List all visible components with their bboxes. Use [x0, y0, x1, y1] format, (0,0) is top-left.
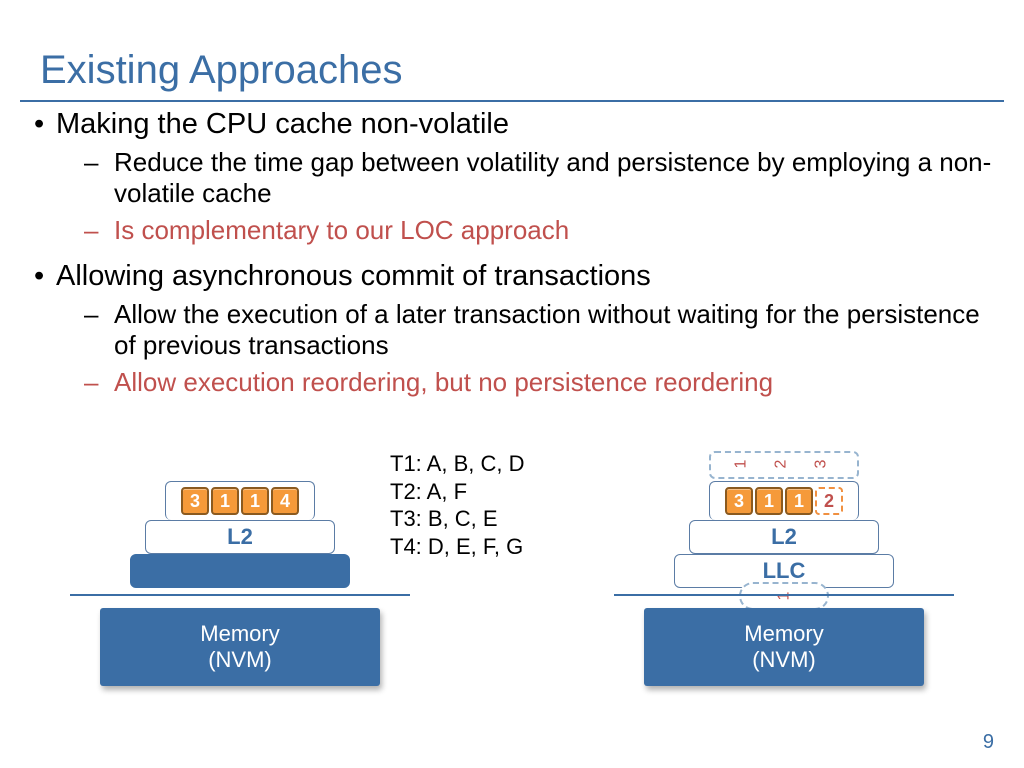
right-chip-4: 2	[815, 487, 843, 515]
left-l2-label: L2	[227, 524, 253, 549]
left-memory-block: Memory (NVM)	[100, 608, 380, 686]
left-l1-tier: 3 1 1 4	[165, 481, 315, 520]
right-chip-1: 3	[725, 487, 753, 515]
left-cache-diagram: 3 1 1 4 L2 Memory (NVM)	[70, 446, 410, 706]
diagram-area: T1: A, B, C, D T2: A, F T3: B, C, E T4: …	[0, 440, 1024, 720]
right-cache-diagram: 1 2 3 3 1 1 2 L2 LLC 1 Memory	[614, 446, 954, 706]
right-memory-label-2: (NVM)	[752, 647, 816, 673]
transaction-list: T1: A, B, C, D T2: A, F T3: B, C, E T4: …	[390, 450, 524, 560]
bullet-2: •Allowing asynchronous commit of transac…	[28, 260, 996, 398]
txn-t4: T4: D, E, F, G	[390, 533, 524, 561]
left-memory-label-2: (NVM)	[208, 647, 272, 673]
right-chip-2: 1	[755, 487, 783, 515]
slide-title: Existing Approaches	[40, 48, 402, 93]
right-memory-block: Memory (NVM)	[644, 608, 924, 686]
slide: Existing Approaches •Making the CPU cach…	[0, 0, 1024, 768]
title-rule	[20, 100, 1004, 102]
right-top-label-3: 3	[812, 460, 830, 469]
bullet-1-sub-1: Reduce the time gap between volatility a…	[114, 147, 996, 209]
left-memory-label-1: Memory	[200, 621, 279, 647]
left-chip-2: 1	[211, 487, 239, 515]
right-nvm-label: 1	[775, 592, 793, 601]
right-l2-label: L2	[771, 524, 797, 549]
bullet-1-text: Making the CPU cache non-volatile	[56, 108, 509, 141]
right-top-label-2: 2	[772, 460, 790, 469]
bullet-2-sub-2: Allow execution reordering, but no persi…	[114, 367, 773, 398]
page-number: 9	[983, 731, 994, 754]
bullet-2-text: Allowing asynchronous commit of transact…	[56, 260, 651, 293]
content-area: •Making the CPU cache non-volatile –Redu…	[28, 108, 996, 412]
right-baseline	[614, 594, 954, 596]
right-nvm-capsule: 1	[739, 582, 829, 610]
right-llc-label: LLC	[763, 558, 806, 583]
right-top-label-1: 1	[732, 460, 750, 469]
txn-t2: T2: A, F	[390, 478, 524, 506]
right-memory-label-1: Memory	[744, 621, 823, 647]
bullet-1: •Making the CPU cache non-volatile –Redu…	[28, 108, 996, 246]
bullet-1-sub-2: Is complementary to our LOC approach	[114, 215, 569, 246]
left-baseline	[70, 594, 410, 596]
left-chip-3: 1	[241, 487, 269, 515]
txn-t1: T1: A, B, C, D	[390, 450, 524, 478]
right-chip-3: 1	[785, 487, 813, 515]
left-chip-1: 3	[181, 487, 209, 515]
right-dotted-top: 1 2 3	[709, 451, 859, 479]
bullet-2-sub-1: Allow the execution of a later transacti…	[114, 299, 996, 361]
left-chip-4: 4	[271, 487, 299, 515]
txn-t3: T3: B, C, E	[390, 505, 524, 533]
right-l1-tier: 3 1 1 2	[709, 481, 859, 520]
left-llc-tier	[130, 554, 350, 588]
right-l2-tier: L2	[689, 520, 879, 554]
left-l2-tier: L2	[145, 520, 335, 554]
